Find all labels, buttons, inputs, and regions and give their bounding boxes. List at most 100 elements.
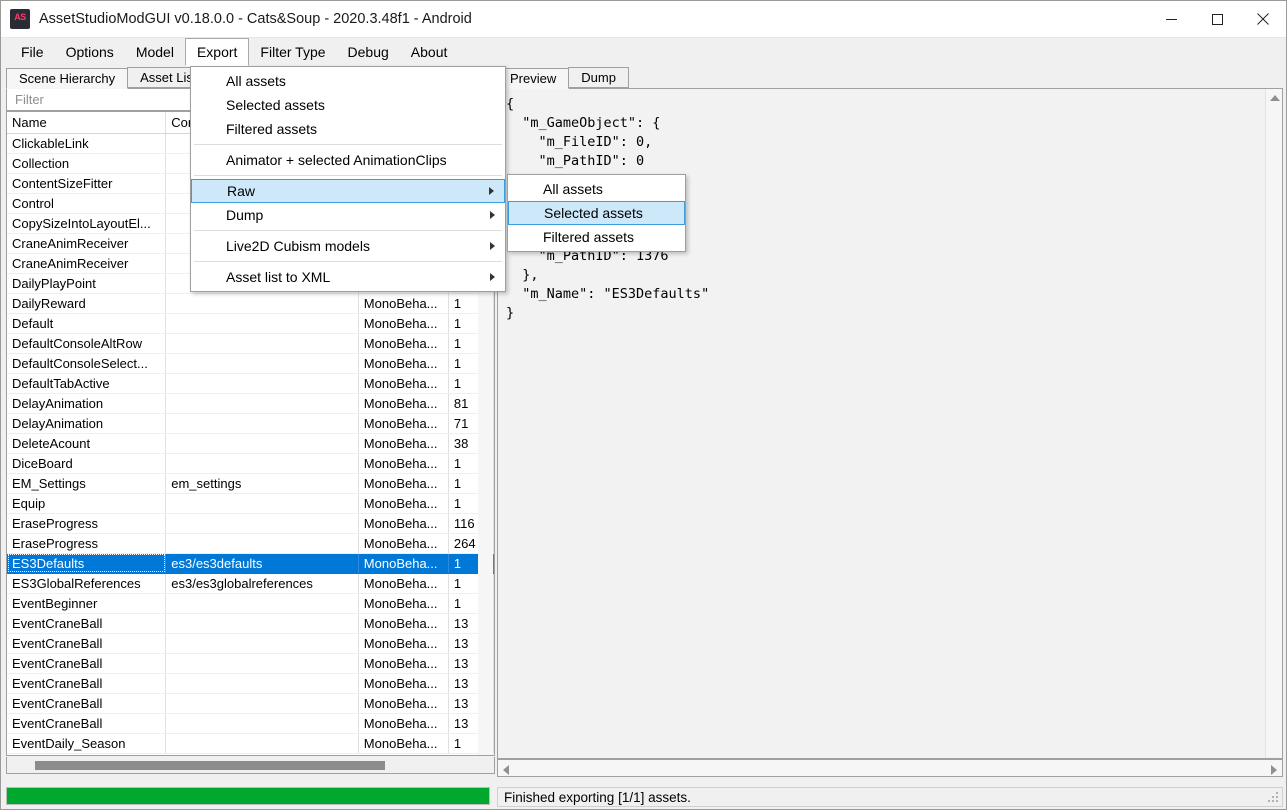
scroll-up-icon[interactable] — [1270, 95, 1280, 101]
raw-submenu-item-all-assets[interactable]: All assets — [508, 177, 685, 201]
table-row[interactable]: Equip MonoBeha... 1 — [7, 493, 494, 514]
chevron-right-icon — [490, 273, 495, 281]
table-row[interactable]: DelayAnimation MonoBeha... 81 — [7, 393, 494, 414]
menu-bar: File Options Model Export Filter Type De… — [1, 38, 1286, 66]
title-bar: AssetStudioModGUI v0.18.0.0 - Cats&Soup … — [1, 1, 1286, 38]
cell-name: EraseProgress — [7, 513, 167, 534]
menu-about[interactable]: About — [400, 38, 459, 65]
table-row[interactable]: DeleteAcount MonoBeha... 38 — [7, 433, 494, 454]
table-row[interactable]: EventCraneBall MonoBeha... 13 — [7, 653, 494, 674]
table-row[interactable]: EventDaily_Season MonoBeha... 1 — [7, 733, 494, 754]
menu-export[interactable]: Export — [184, 38, 250, 66]
table-row[interactable]: Default MonoBeha... 1 — [7, 313, 494, 334]
tab-dump[interactable]: Dump — [568, 67, 629, 88]
cell-container — [165, 393, 359, 414]
table-row[interactable]: EventCraneBall MonoBeha... 13 — [7, 693, 494, 714]
maximize-icon[interactable] — [1194, 1, 1240, 37]
raw-submenu: All assets Selected assets Filtered assets — [507, 174, 686, 252]
menu-model[interactable]: Model — [125, 38, 185, 65]
raw-submenu-item-selected-assets[interactable]: Selected assets — [508, 201, 685, 225]
scrollbar-thumb[interactable] — [35, 761, 385, 770]
cell-type: MonoBeha... — [358, 353, 449, 374]
table-row[interactable]: EraseProgress MonoBeha... 264 — [7, 533, 494, 554]
column-header-name[interactable]: Name — [7, 112, 167, 134]
app-logo-icon — [10, 9, 30, 29]
table-row[interactable]: EventBeginner MonoBeha... 1 — [7, 593, 494, 614]
menu-filter-type[interactable]: Filter Type — [249, 38, 336, 65]
scroll-left-icon[interactable] — [503, 765, 509, 775]
export-menu-item-animator-selected-animationclips[interactable]: Animator + selected AnimationClips — [191, 148, 505, 172]
menu-debug[interactable]: Debug — [337, 38, 400, 65]
table-row[interactable]: EventCraneBall MonoBeha... 13 — [7, 673, 494, 694]
table-row[interactable]: DailyReward MonoBeha... 1 — [7, 293, 494, 314]
cell-name: EventCraneBall — [7, 653, 167, 674]
table-row[interactable]: EventCraneBall MonoBeha... 13 — [7, 713, 494, 734]
cell-container — [165, 453, 359, 474]
cell-name: EventCraneBall — [7, 713, 167, 734]
cell-type: MonoBeha... — [358, 453, 449, 474]
table-row[interactable]: DelayAnimation MonoBeha... 71 — [7, 413, 494, 434]
cell-container — [165, 633, 359, 654]
cell-container — [165, 613, 359, 634]
export-menu-item-dump[interactable]: Dump — [191, 203, 505, 227]
cell-name: EventCraneBall — [7, 613, 167, 634]
chevron-right-icon — [490, 242, 495, 250]
table-row[interactable]: EM_Settings em_settings MonoBeha... 1 — [7, 473, 494, 494]
cell-name: Collection — [7, 153, 167, 174]
cell-container — [165, 293, 359, 314]
cell-name: Default — [7, 313, 167, 334]
preview-vertical-scrollbar[interactable] — [1265, 89, 1282, 757]
menu-file[interactable]: File — [10, 38, 55, 65]
preview-horizontal-scrollbar[interactable] — [497, 759, 1283, 777]
export-menu-item-asset-list-to-xml[interactable]: Asset list to XML — [191, 265, 505, 289]
minimize-icon[interactable] — [1148, 1, 1194, 37]
cell-name: EventBeginner — [7, 593, 167, 614]
export-menu-item-selected-assets[interactable]: Selected assets — [191, 93, 505, 117]
cell-name: Control — [7, 193, 167, 214]
cell-type: MonoBeha... — [358, 533, 449, 554]
scroll-right-icon[interactable] — [1271, 765, 1277, 775]
cell-container — [165, 513, 359, 534]
table-row[interactable]: EraseProgress MonoBeha... 116 — [7, 513, 494, 534]
table-row[interactable]: EventCraneBall MonoBeha... 13 — [7, 613, 494, 634]
close-icon[interactable] — [1240, 1, 1286, 37]
cell-name: DelayAnimation — [7, 393, 167, 414]
tab-preview[interactable]: Preview — [497, 68, 570, 89]
menu-options[interactable]: Options — [55, 38, 125, 65]
resize-grip-icon[interactable] — [1267, 792, 1279, 804]
window-title: AssetStudioModGUI v0.18.0.0 - Cats&Soup … — [39, 11, 472, 27]
cell-type: MonoBeha... — [358, 733, 449, 754]
table-row[interactable]: DiceBoard MonoBeha... 1 — [7, 453, 494, 474]
table-row[interactable]: DefaultConsoleSelect... MonoBeha... 1 — [7, 353, 494, 374]
cell-container — [165, 493, 359, 514]
table-row[interactable]: DefaultTabActive MonoBeha... 1 — [7, 373, 494, 394]
raw-submenu-item-filtered-assets[interactable]: Filtered assets — [508, 225, 685, 249]
cell-name: ClickableLink — [7, 133, 167, 154]
export-dropdown-menu: All assets Selected assets Filtered assets… — [190, 66, 506, 292]
cell-type: MonoBeha... — [358, 633, 449, 654]
table-row[interactable]: ES3GlobalReferences es3/es3globalreferenc… — [7, 573, 494, 594]
export-menu-item-filtered-assets[interactable]: Filtered assets — [191, 117, 505, 141]
cell-type: MonoBeha... — [358, 573, 449, 594]
cell-container — [165, 593, 359, 614]
cell-name: EventDaily_Season — [7, 733, 167, 754]
cell-type: MonoBeha... — [358, 413, 449, 434]
cell-name: Equip — [7, 493, 167, 514]
cell-container — [165, 333, 359, 354]
menu-separator — [194, 230, 502, 231]
cell-name: DeleteAcount — [7, 433, 167, 454]
cell-type: MonoBeha... — [358, 513, 449, 534]
tab-scene-hierarchy[interactable]: Scene Hierarchy — [6, 68, 129, 89]
export-menu-item-raw[interactable]: Raw — [191, 179, 505, 203]
export-menu-item-all-assets[interactable]: All assets — [191, 69, 505, 93]
cell-container — [165, 733, 359, 754]
table-row[interactable]: EventCraneBall MonoBeha... 13 — [7, 633, 494, 654]
asset-list-horizontal-scrollbar[interactable] — [6, 757, 495, 774]
cell-type: MonoBeha... — [358, 493, 449, 514]
cell-type: MonoBeha... — [358, 373, 449, 394]
export-menu-item-live2d-cubism-models[interactable]: Live2D Cubism models — [191, 234, 505, 258]
chevron-right-icon — [489, 187, 494, 195]
table-row[interactable]: ES3Defaults es3/es3defaults MonoBeha... 1 — [7, 553, 494, 574]
window-controls — [1148, 1, 1286, 37]
table-row[interactable]: DefaultConsoleAltRow MonoBeha... 1 — [7, 333, 494, 354]
